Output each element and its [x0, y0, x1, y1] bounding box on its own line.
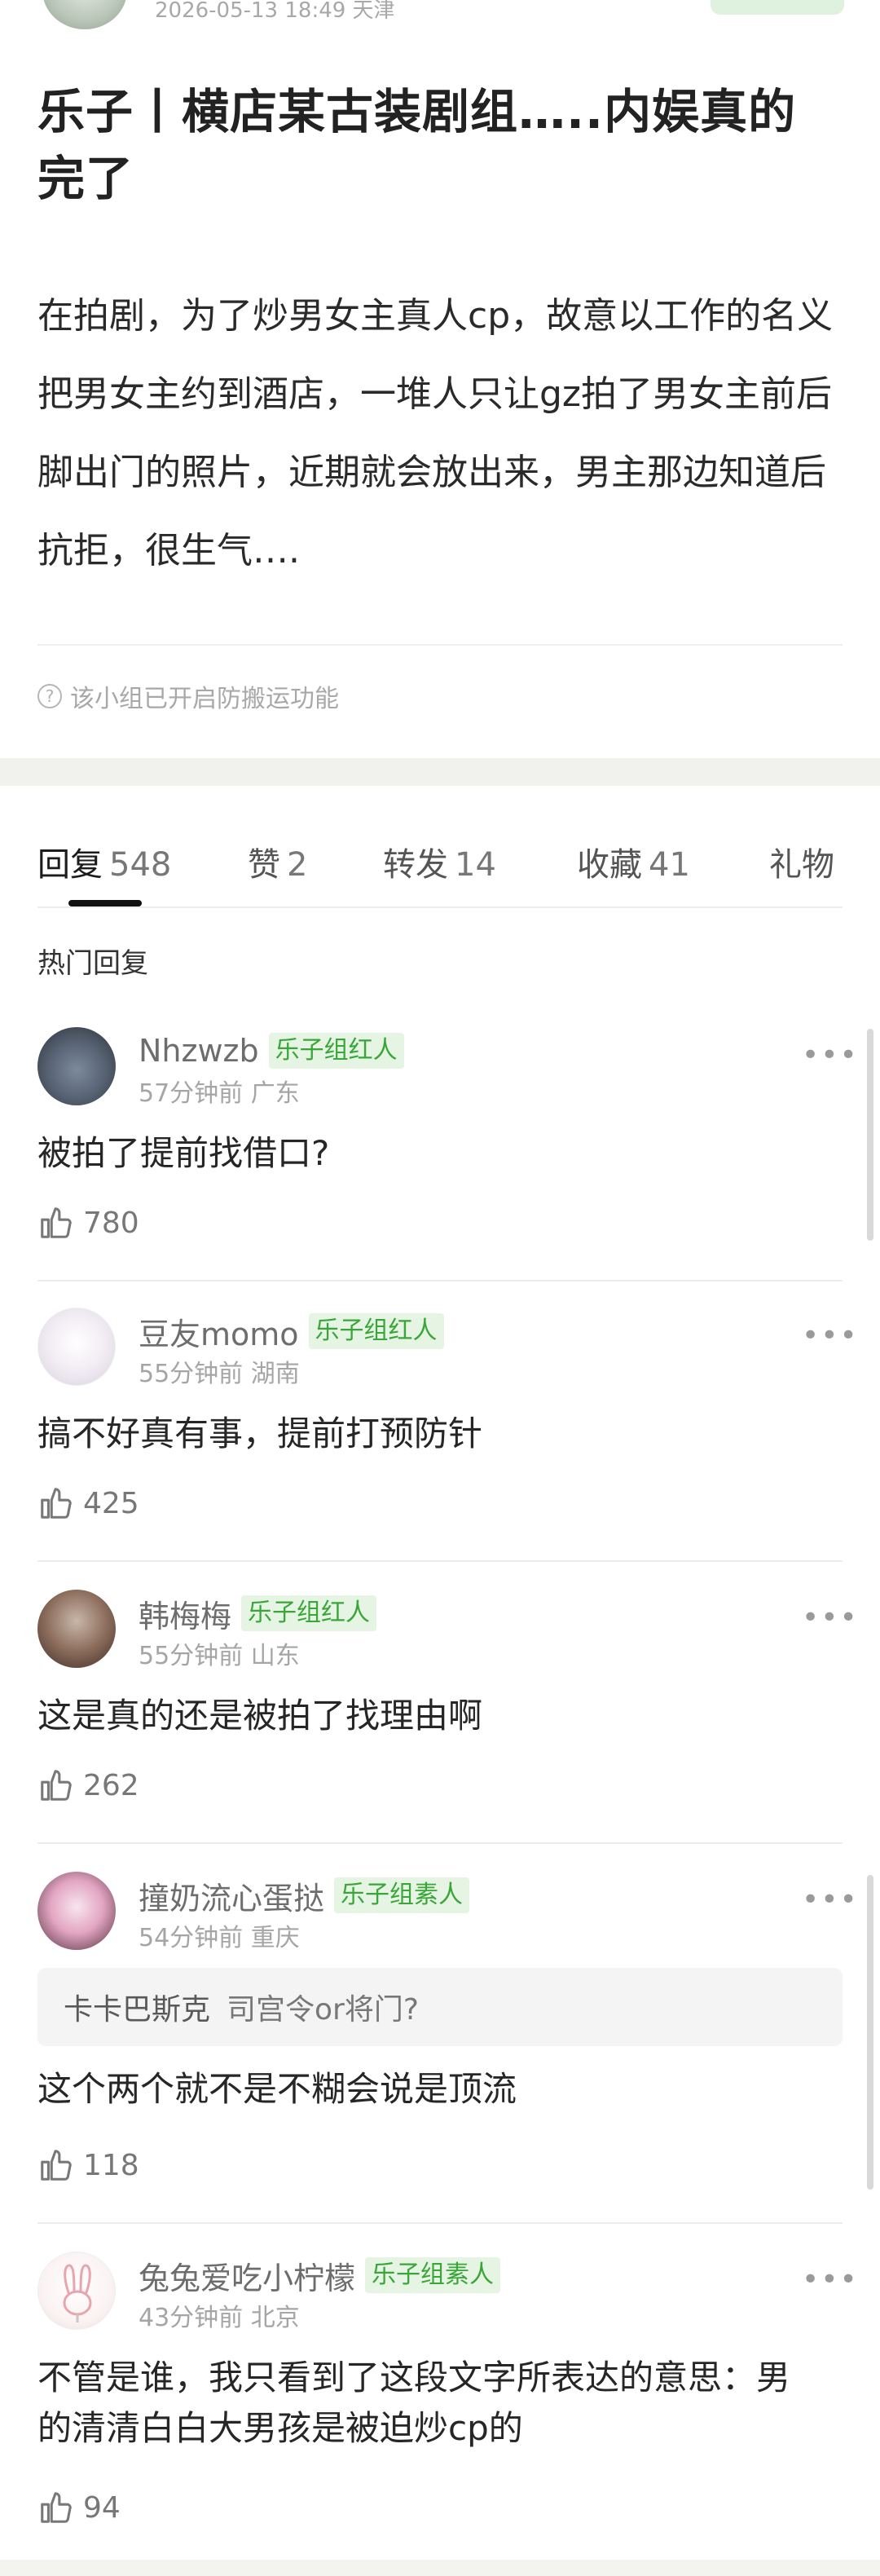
username[interactable]: 撞奶流心蛋挞 — [139, 1873, 324, 1918]
tab-label: 赞 — [248, 846, 280, 884]
more-dots-icon[interactable]: ••• — [802, 1601, 859, 1634]
divider — [37, 644, 843, 646]
quoted-user: 卡卡巴斯克 — [64, 1993, 211, 2027]
post-body: 在拍剧，为了炒男女主真人cp，故意以工作的名义把男女主约到酒店，一堆人只让gz拍… — [37, 295, 834, 571]
hot-replies-title: 热门回复 — [37, 947, 148, 980]
post-meta: 2026-05-13 18:49 天津 — [155, 0, 395, 23]
tab-count: 2 — [287, 846, 308, 884]
tab-reposts[interactable]: 转发 14 — [383, 838, 496, 885]
thumbs-up-icon — [41, 1207, 72, 1238]
like-button[interactable]: 780 — [37, 1203, 139, 1242]
tab-count: 41 — [649, 846, 690, 884]
thumbs-up-icon — [41, 1488, 72, 1519]
comment-text: 搞不好真有事，提前打预防针 — [37, 1414, 483, 1453]
tab-count: 14 — [455, 846, 496, 884]
question-circle-icon[interactable]: ? — [37, 684, 62, 708]
quoted-reply[interactable]: 卡卡巴斯克 司宫令or将门? — [37, 1968, 843, 2046]
rabbit-icon — [63, 2264, 92, 2322]
tab-count: 548 — [109, 846, 172, 884]
comment-text: 这个两个就不是不糊会说是顶流 — [37, 2069, 517, 2109]
scrollbar[interactable] — [867, 1029, 873, 1241]
like-button[interactable]: 94 — [37, 2488, 121, 2527]
avatar[interactable] — [37, 1590, 116, 1668]
like-count: 262 — [83, 1768, 139, 1802]
tab-gifts[interactable]: 礼物 — [769, 838, 834, 885]
like-button[interactable]: 262 — [37, 1766, 139, 1805]
comment-time: 57分钟前 广东 — [139, 1079, 300, 1108]
avatar[interactable] — [37, 1027, 116, 1105]
post-title: 乐子丨横店某古装剧组…..内娱真的完了 — [37, 84, 797, 206]
comment-author: 撞奶流心蛋挞 乐子组素人 — [139, 1877, 470, 1917]
comment-author: 豆友momo 乐子组红人 — [139, 1312, 444, 1352]
tab-label: 礼物 — [769, 846, 834, 884]
like-button[interactable]: 425 — [37, 1484, 139, 1523]
more-dots-icon[interactable]: ••• — [802, 1319, 859, 1352]
like-button[interactable]: 118 — [37, 2146, 139, 2185]
bottom-separator — [0, 2560, 880, 2576]
tab-likes[interactable]: 赞2 — [248, 838, 307, 885]
thumbs-up-icon — [41, 1770, 72, 1801]
like-count: 118 — [83, 2148, 139, 2182]
notice-text: 该小组已开启防搬运功能 — [70, 685, 339, 713]
like-count: 94 — [83, 2490, 121, 2525]
thumbs-up-icon — [41, 2492, 72, 2523]
scrollbar[interactable] — [867, 1875, 873, 2190]
like-count: 780 — [83, 1206, 139, 1240]
comment-time: 43分钟前 北京 — [139, 2304, 300, 2332]
username[interactable]: Nhzwzb — [139, 1033, 259, 1069]
comment-author: Nhzwzb 乐子组红人 — [139, 1032, 404, 1070]
divider — [37, 1842, 843, 1844]
more-dots-icon[interactable]: ••• — [802, 2263, 859, 2296]
quoted-text: 司宫令or将门? — [227, 1993, 419, 2027]
group-badge: 乐子组素人 — [365, 2257, 501, 2293]
active-tab-indicator — [68, 900, 142, 906]
interaction-tabs: 回复 548 赞2 转发 14 收藏 41 礼物 — [0, 823, 880, 908]
group-badge: 乐子组红人 — [241, 1595, 377, 1631]
more-dots-icon[interactable]: ••• — [802, 1039, 859, 1072]
section-separator — [0, 758, 880, 786]
divider — [37, 906, 843, 908]
tab-replies[interactable]: 回复 548 — [37, 838, 171, 885]
divider — [37, 1560, 843, 1562]
username[interactable]: 豆友momo — [139, 1309, 299, 1354]
username[interactable]: 兔兔爱吃小柠檬 — [139, 2253, 355, 2298]
comment-text: 不管是谁，我只看到了这段文字所表达的意思：男的清清白白大男孩是被迫炒cp的 — [37, 2358, 791, 2448]
avatar[interactable] — [37, 2252, 116, 2330]
avatar[interactable] — [37, 1872, 116, 1950]
divider — [37, 2222, 843, 2224]
group-badge: 乐子组素人 — [334, 1877, 470, 1913]
follow-button[interactable] — [711, 0, 844, 15]
avatar[interactable] — [37, 1308, 116, 1386]
group-badge: 乐子组红人 — [308, 1313, 444, 1349]
comment-time: 55分钟前 山东 — [139, 1642, 300, 1670]
username[interactable]: 韩梅梅 — [139, 1591, 231, 1636]
comment-time: 54分钟前 重庆 — [139, 1924, 300, 1952]
tab-label: 收藏 — [577, 846, 642, 884]
more-dots-icon[interactable]: ••• — [802, 1883, 859, 1917]
group-badge: 乐子组红人 — [268, 1033, 404, 1069]
comment-text: 被拍了提前找借口? — [37, 1133, 330, 1173]
anti-repost-notice: ? 该小组已开启防搬运功能 — [37, 680, 339, 713]
tab-label: 回复 — [37, 846, 103, 884]
author-avatar[interactable] — [42, 0, 127, 29]
divider — [37, 1280, 843, 1281]
thumbs-up-icon — [41, 2150, 72, 2181]
post-header: 2026-05-13 18:49 天津 — [0, 0, 880, 33]
comment-author: 韩梅梅 乐子组红人 — [139, 1595, 377, 1634]
comment-text: 这是真的还是被拍了找理由啊 — [37, 1696, 483, 1736]
like-count: 425 — [83, 1486, 139, 1520]
tab-favorites[interactable]: 收藏 41 — [577, 838, 690, 885]
comment-time: 55分钟前 湖南 — [139, 1360, 300, 1388]
tab-label: 转发 — [383, 846, 448, 884]
comment-author: 兔兔爱吃小柠檬 乐子组素人 — [139, 2256, 501, 2296]
